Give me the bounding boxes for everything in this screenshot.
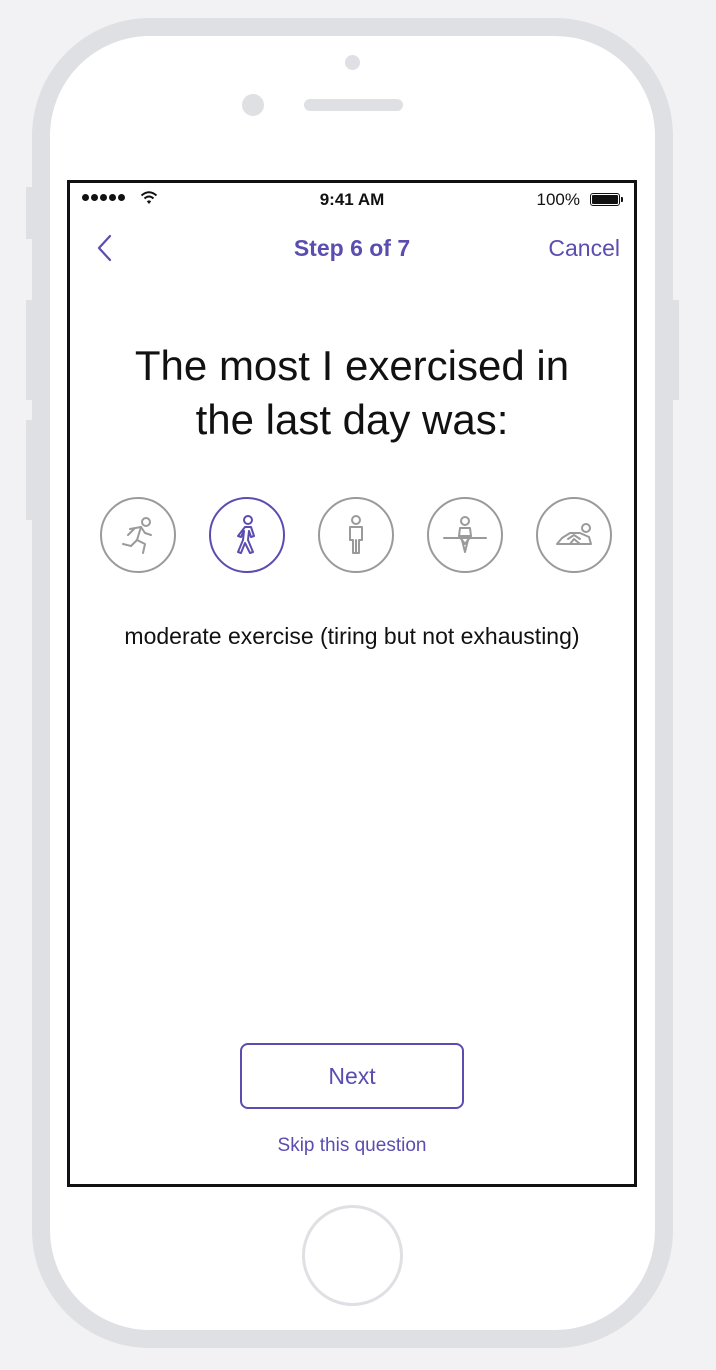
option-standing[interactable] xyxy=(318,497,394,573)
status-bar: 9:41 AM 100% xyxy=(70,189,634,213)
cancel-button[interactable]: Cancel xyxy=(548,235,620,262)
sitting-icon xyxy=(443,516,487,553)
selected-option-description: moderate exercise (tiring but not exhaus… xyxy=(124,623,580,649)
proximity-sensor xyxy=(242,94,264,116)
home-button[interactable] xyxy=(302,1205,403,1306)
power-button xyxy=(671,300,679,400)
standing-icon xyxy=(349,515,363,554)
walking-icon xyxy=(237,515,255,554)
app-screen: 9:41 AM 100% Step 6 of 7 Cancel The most… xyxy=(67,180,637,1187)
running-icon xyxy=(122,517,152,554)
lying-icon xyxy=(556,523,592,545)
option-running[interactable] xyxy=(100,497,176,573)
volume-down-button xyxy=(26,420,34,520)
option-sitting[interactable] xyxy=(427,497,503,573)
option-lying[interactable] xyxy=(536,497,612,573)
next-button[interactable]: Next xyxy=(240,1043,464,1109)
front-camera xyxy=(345,55,360,70)
earpiece-speaker xyxy=(304,99,403,111)
question-title: The most I exercised in the last day was… xyxy=(134,342,570,443)
option-walking[interactable] xyxy=(209,497,285,573)
mute-switch xyxy=(26,187,34,239)
skip-question-link[interactable]: Skip this question xyxy=(70,1135,634,1157)
volume-up-button xyxy=(26,300,34,400)
navigation-bar: Step 6 of 7 Cancel xyxy=(70,231,634,265)
battery-icon xyxy=(590,193,623,206)
exercise-options xyxy=(70,497,634,577)
battery-percentage: 100% xyxy=(536,190,580,209)
